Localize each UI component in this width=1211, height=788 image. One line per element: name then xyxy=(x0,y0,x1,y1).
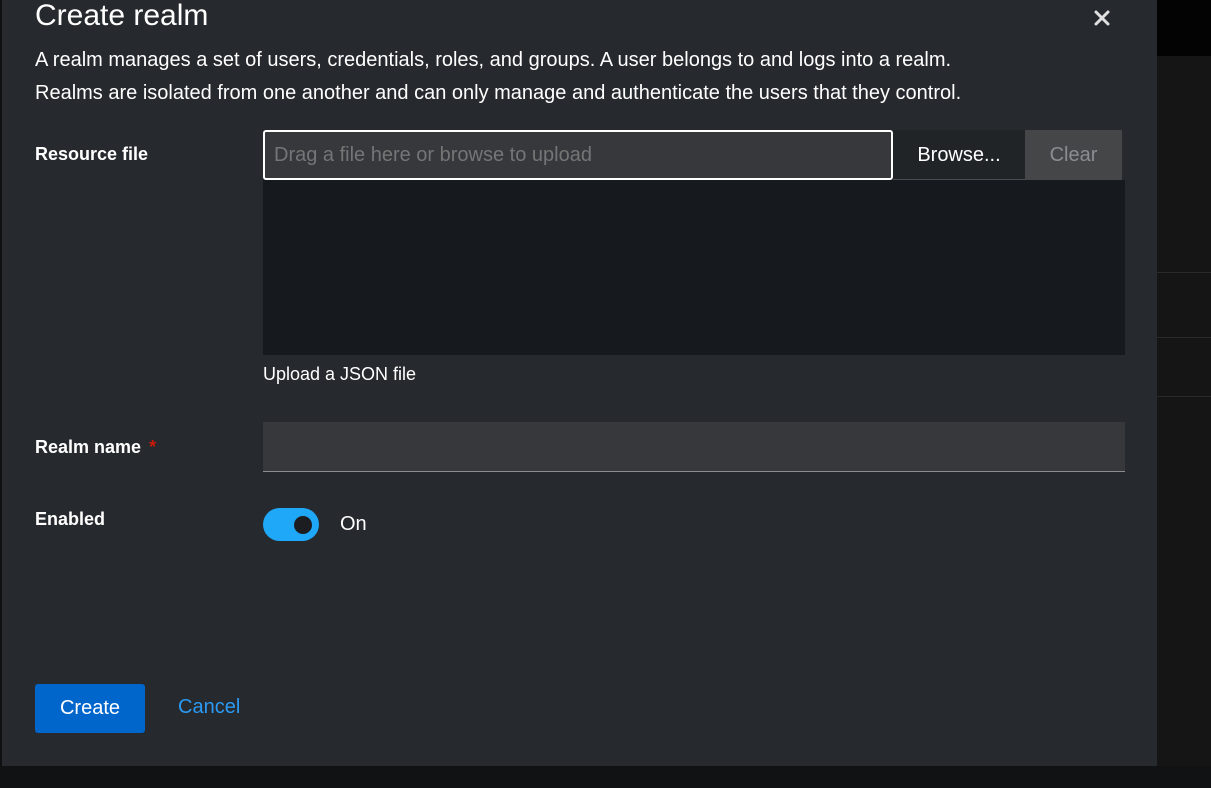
modal-title: Create realm xyxy=(35,0,209,32)
background-page-header xyxy=(1157,0,1211,56)
background-page xyxy=(1157,56,1211,788)
resource-file-label: Resource file xyxy=(35,144,149,164)
description-line: A realm manages a set of users, credenti… xyxy=(35,49,952,71)
file-upload-row: Browse... Clear xyxy=(263,130,1125,180)
file-content-textarea[interactable] xyxy=(263,180,1125,355)
toggle-knob xyxy=(294,516,312,534)
modal-description: A realm manages a set of users, credenti… xyxy=(35,44,1115,110)
cancel-button[interactable]: Cancel xyxy=(178,696,240,719)
required-marker: * xyxy=(149,437,157,457)
realm-name-label-text: Realm name xyxy=(35,437,142,457)
close-button[interactable] xyxy=(1088,4,1116,32)
background-divider xyxy=(1157,396,1211,397)
enabled-toggle[interactable] xyxy=(263,508,319,541)
realm-name-input[interactable] xyxy=(263,422,1125,472)
background-divider xyxy=(1157,337,1211,338)
browse-button[interactable]: Browse... xyxy=(893,130,1025,180)
file-helper-text: Upload a JSON file xyxy=(263,364,417,384)
realm-name-label: Realm name * xyxy=(35,437,156,458)
close-icon xyxy=(1094,10,1110,26)
clear-button[interactable]: Clear xyxy=(1025,130,1122,180)
create-button[interactable]: Create xyxy=(35,684,145,733)
enabled-state-text: On xyxy=(340,513,367,535)
background-divider xyxy=(1157,272,1211,273)
create-realm-modal: Create realm A realm manages a set of us… xyxy=(2,0,1157,766)
enabled-label: Enabled xyxy=(35,509,106,529)
description-line: Realms are isolated from one another and… xyxy=(35,82,962,104)
file-upload-input[interactable] xyxy=(263,130,893,180)
background-page-footer xyxy=(0,766,1211,788)
